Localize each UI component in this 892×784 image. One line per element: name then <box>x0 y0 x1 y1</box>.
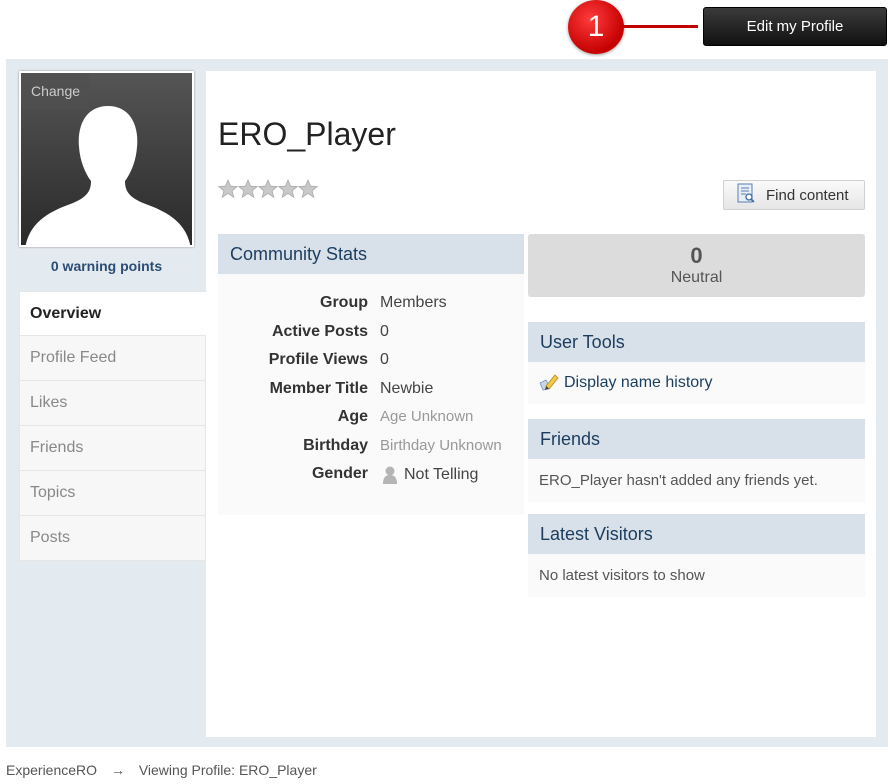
tab-profile-feed[interactable]: Profile Feed <box>19 336 206 381</box>
stat-row-gender: Gender Not Telling <box>218 465 524 489</box>
display-name-history-link[interactable]: Display name history <box>564 374 713 392</box>
tab-likes[interactable]: Likes <box>19 381 206 426</box>
community-stats-panel: Community Stats Group Members Active Pos… <box>218 234 524 515</box>
stat-value: Age Unknown <box>380 408 474 425</box>
document-search-icon <box>736 183 756 207</box>
latest-visitors-empty-text: No latest visitors to show <box>539 567 705 584</box>
stat-label: Member Title <box>269 380 368 397</box>
breadcrumb-home-link[interactable]: ExperienceRO <box>6 762 97 778</box>
tab-friends[interactable]: Friends <box>19 426 206 471</box>
stat-value: Not Telling <box>404 466 479 483</box>
stat-label: Birthday <box>303 437 368 454</box>
tab-posts[interactable]: Posts <box>19 516 206 561</box>
stat-label: Group <box>320 294 368 311</box>
latest-visitors-panel: Latest Visitors No latest visitors to sh… <box>528 514 865 597</box>
stat-row-profile-views: Profile Views 0 <box>218 351 524 375</box>
stat-label: Gender <box>311 465 368 482</box>
reputation-box: 0 Neutral <box>528 234 865 297</box>
find-content-button[interactable]: Find content <box>723 180 865 210</box>
stat-value: 0 <box>380 351 389 368</box>
user-tools-panel: User Tools Display name history <box>528 322 865 404</box>
stat-row-age: Age Age Unknown <box>218 408 524 432</box>
stat-value-gender: Not Telling <box>380 465 478 485</box>
reputation-value: 0 <box>690 243 703 268</box>
warning-points[interactable]: 0 warning points <box>19 258 194 274</box>
stat-value: Birthday Unknown <box>380 437 502 454</box>
user-tools-title: User Tools <box>528 322 865 362</box>
friends-panel: Friends ERO_Player hasn't added any frie… <box>528 419 865 502</box>
avatar-change-link[interactable]: Change <box>21 73 91 109</box>
avatar[interactable]: Change <box>19 71 194 247</box>
star-rating-icon <box>218 179 318 198</box>
breadcrumb-arrow-icon: → <box>110 762 125 778</box>
latest-visitors-title: Latest Visitors <box>528 514 865 554</box>
callout-line <box>620 25 698 28</box>
rating-stars[interactable] <box>218 178 320 205</box>
stat-value: Members <box>380 294 447 311</box>
breadcrumb: ExperienceRO → Viewing Profile: ERO_Play… <box>6 762 327 778</box>
breadcrumb-current: Viewing Profile: ERO_Player <box>138 762 317 778</box>
stat-row-group: Group Members <box>218 294 524 318</box>
profile-tabs: Overview Profile Feed Likes Friends Topi… <box>19 291 206 561</box>
stat-row-birthday: Birthday Birthday Unknown <box>218 437 524 461</box>
stat-value: Newbie <box>380 380 434 397</box>
callout-number-badge: 1 <box>568 0 624 54</box>
stat-value: 0 <box>380 323 389 340</box>
gender-neutral-icon <box>383 466 397 484</box>
stat-label: Active Posts <box>271 323 368 340</box>
stat-label: Profile Views <box>268 351 368 368</box>
stat-row-member-title: Member Title Newbie <box>218 380 524 404</box>
reputation-label: Neutral <box>670 269 723 286</box>
find-content-label: Find content <box>766 186 849 204</box>
friends-empty-text: ERO_Player hasn't added any friends yet. <box>539 472 818 489</box>
tab-topics[interactable]: Topics <box>19 471 206 516</box>
page-title: ERO_Player <box>218 116 396 152</box>
tab-overview[interactable]: Overview <box>19 291 206 336</box>
edit-profile-button[interactable]: Edit my Profile <box>703 7 887 46</box>
friends-title: Friends <box>528 419 865 459</box>
pencil-icon <box>538 371 560 395</box>
top-bar: 1 Edit my Profile <box>0 0 892 58</box>
community-stats-title: Community Stats <box>218 234 524 274</box>
stat-label: Age <box>337 408 368 425</box>
stat-row-active-posts: Active Posts 0 <box>218 323 524 347</box>
